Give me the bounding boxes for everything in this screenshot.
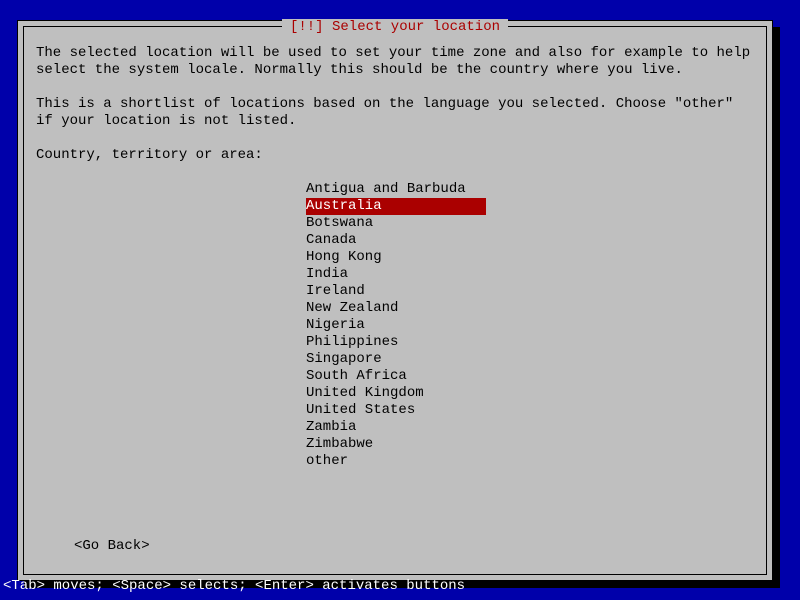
dialog-window: [!!] Select your location The selected l… <box>17 20 773 581</box>
location-option[interactable]: United States <box>306 402 486 419</box>
description-paragraph-1: The selected location will be used to se… <box>36 45 754 79</box>
dialog-title: [!!] Select your location <box>282 19 508 35</box>
dialog-title-wrap: [!!] Select your location <box>24 19 766 35</box>
location-option[interactable]: Philippines <box>306 334 486 351</box>
location-option[interactable]: Zambia <box>306 419 486 436</box>
description-paragraph-2: This is a shortlist of locations based o… <box>36 96 754 130</box>
location-option[interactable]: other <box>306 453 486 470</box>
dialog-border: [!!] Select your location The selected l… <box>23 26 767 575</box>
go-back-button[interactable]: <Go Back> <box>74 538 150 554</box>
prompt-label: Country, territory or area: <box>36 147 754 164</box>
title-marker: [!!] <box>290 19 324 35</box>
location-option[interactable]: South Africa <box>306 368 486 385</box>
location-option[interactable]: India <box>306 266 486 283</box>
location-option[interactable]: Ireland <box>306 283 486 300</box>
location-option[interactable]: Canada <box>306 232 486 249</box>
location-list[interactable]: Antigua and BarbudaAustralia BotswanaCan… <box>306 181 486 470</box>
location-option[interactable]: Nigeria <box>306 317 486 334</box>
location-option[interactable]: Zimbabwe <box>306 436 486 453</box>
location-option[interactable]: Botswana <box>306 215 486 232</box>
keyboard-hint: <Tab> moves; <Space> selects; <Enter> ac… <box>3 578 465 594</box>
location-option[interactable]: Australia <box>306 198 486 215</box>
location-option[interactable]: Singapore <box>306 351 486 368</box>
location-option[interactable]: New Zealand <box>306 300 486 317</box>
dialog-content: The selected location will be used to se… <box>36 45 754 470</box>
location-option[interactable]: Hong Kong <box>306 249 486 266</box>
title-text: Select your location <box>332 19 500 35</box>
location-option[interactable]: United Kingdom <box>306 385 486 402</box>
location-option[interactable]: Antigua and Barbuda <box>306 181 486 198</box>
